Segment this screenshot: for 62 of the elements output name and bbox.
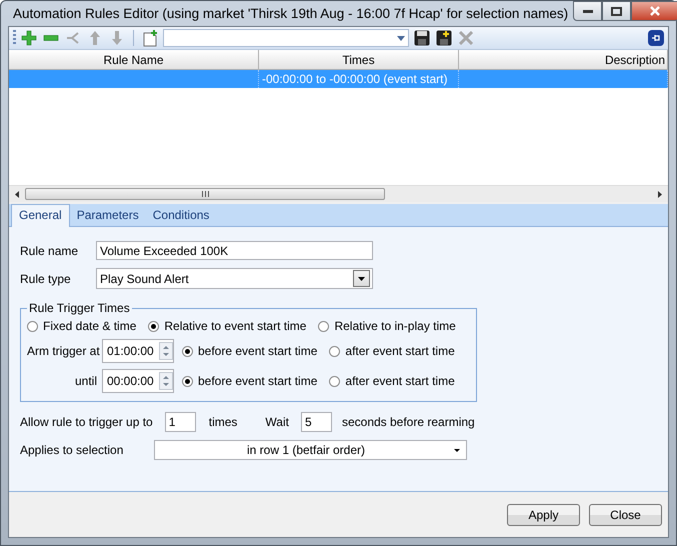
spin-arrows-icon[interactable] [159,342,173,360]
caret-icon [358,276,365,280]
field-label: Rule name [20,244,80,258]
field-label: Rule type [20,272,72,286]
new-document-icon[interactable] [142,30,158,46]
unit-label: seconds before rearming [342,415,475,429]
column-header[interactable]: Rule Name [9,50,259,70]
wait-field[interactable]: 5 [300,412,332,432]
column-header[interactable]: Description [459,50,668,70]
field-label: Allow rule to trigger up to [20,415,153,429]
horizontal-scrollbar[interactable] [9,185,668,202]
tab[interactable]: Conditions [146,205,216,226]
scroll-thumb[interactable] [25,188,385,200]
scroll-left-icon[interactable] [15,190,19,198]
maximize-icon [611,6,622,16]
radio-button[interactable] [318,320,330,332]
scroll-right-icon[interactable] [658,190,662,198]
pin-icon[interactable] [648,30,664,46]
field-label: Wait [265,415,289,429]
save-new-icon[interactable] [436,30,452,46]
table-cell: -00:00:00 to -00:00:00 (event start) [259,70,459,88]
option-radio[interactable]: before event start time [182,344,318,358]
rule-type-dropdown[interactable]: Play Sound Alert [96,268,373,289]
tab[interactable]: General [11,204,70,227]
dialog-button[interactable]: Apply [507,504,580,526]
option-radio[interactable]: before event start time [182,374,318,388]
close-icon [650,6,660,16]
radio-button[interactable] [27,320,38,332]
selection-dropdown[interactable]: in row 1 (betfair order) [154,440,467,460]
column-header[interactable]: Times [259,50,459,70]
tab[interactable]: Parameters [70,205,146,226]
spin-arrows-icon[interactable] [159,372,173,390]
window-title: Automation Rules Editor (using market 'Thirsk 19th Aug - 16:00 7f Hcap' for selection names) [13,6,568,21]
time-spinner[interactable]: 00:00:00 [102,369,174,393]
group-title: Rule Trigger Times [28,301,131,315]
minimize-button[interactable] [573,1,602,21]
caret-icon [454,448,460,452]
rule-combo[interactable] [163,29,409,47]
mode-radio[interactable]: Fixed date & time [27,319,136,333]
remove-icon[interactable] [43,35,59,41]
radio-button[interactable] [148,320,160,332]
caret-icon [397,36,405,40]
unit-label: times [208,415,238,429]
radio-button[interactable] [182,376,193,386]
field-label: Applies to selection [20,443,124,457]
maximize-button[interactable] [602,1,632,21]
rule-name-field[interactable]: Volume Exceeded 100K [96,241,373,260]
add-icon[interactable] [21,30,37,46]
option-radio[interactable]: after event start time [329,374,455,388]
time-spinner[interactable]: 01:00:00 [102,339,174,363]
minimize-icon [582,10,593,12]
field-label: until [74,374,97,388]
option-radio[interactable]: after event start time [329,344,455,358]
close-button[interactable] [631,1,677,21]
radio-button[interactable] [329,346,340,356]
dialog-button[interactable]: Close [589,504,662,526]
mode-radio[interactable]: Relative to in-play time [318,319,456,333]
mode-radio[interactable]: Relative to event start time [148,319,306,333]
save-icon[interactable] [414,30,430,46]
radio-button[interactable] [182,346,193,356]
trigger-count-field[interactable]: 1 [164,412,196,432]
radio-button[interactable] [329,376,340,386]
